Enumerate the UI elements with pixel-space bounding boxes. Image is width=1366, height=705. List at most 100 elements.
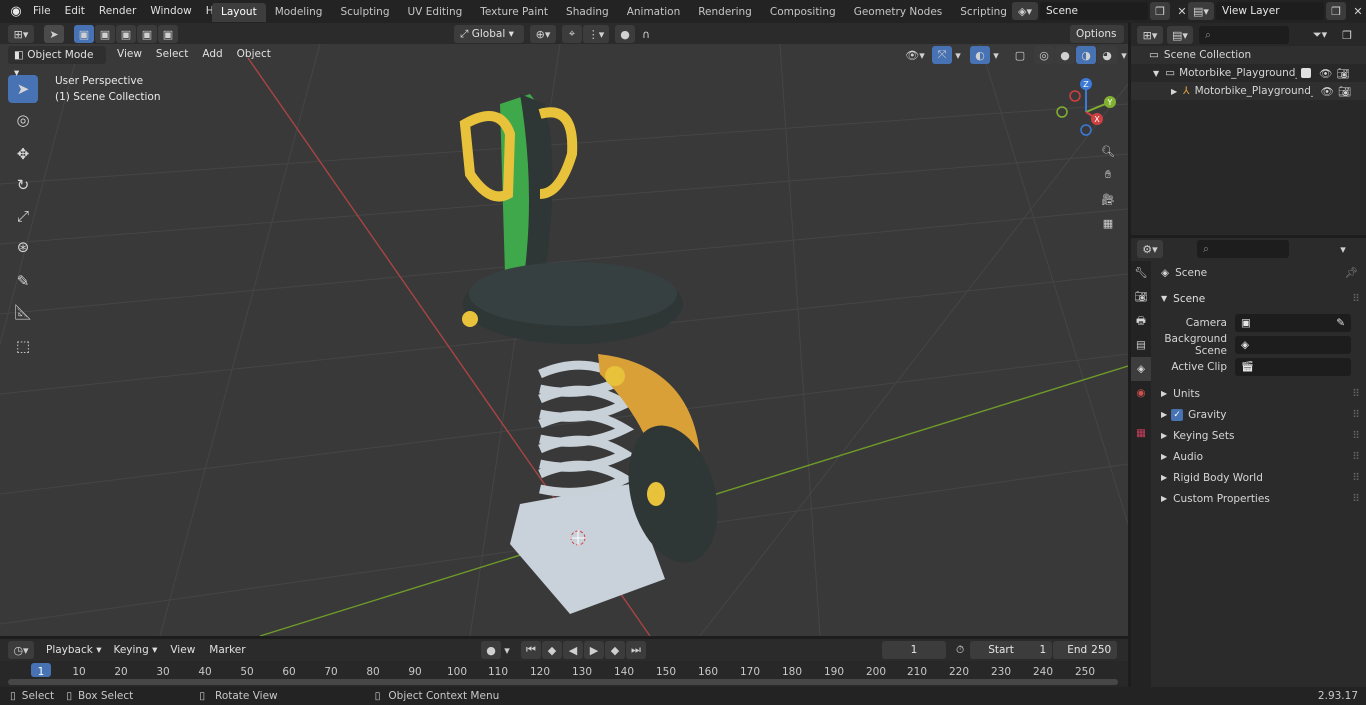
tab-compositing[interactable]: Compositing: [761, 3, 845, 22]
record-options-icon[interactable]: ▾: [501, 641, 513, 659]
gizmo-neg-y[interactable]: [1056, 106, 1068, 118]
menu-window[interactable]: Window: [143, 0, 198, 23]
navigation-gizmo[interactable]: Z Y X: [1050, 72, 1122, 142]
prev-keyframe-icon[interactable]: ◆: [542, 641, 562, 659]
timeline-marker-menu[interactable]: Marker: [202, 641, 252, 659]
play-reverse-icon[interactable]: ◀: [563, 641, 583, 659]
tab-uv-editing[interactable]: UV Editing: [399, 3, 472, 22]
pivot-point-icon[interactable]: ⊕▾: [530, 25, 556, 43]
menu-edit[interactable]: Edit: [58, 0, 92, 23]
proportional-edit-icon[interactable]: ●: [615, 25, 635, 43]
outliner-search-input[interactable]: ⌕: [1199, 26, 1289, 44]
gravity-checkbox[interactable]: ✓: [1171, 408, 1184, 421]
pin-icon[interactable]: 📌︎: [1345, 266, 1358, 279]
eyedropper-icon[interactable]: ✎: [1336, 314, 1345, 332]
pan-hand-icon[interactable]: ✋︎: [1098, 166, 1118, 184]
outliner-row-collection[interactable]: ▼ ▭ Motorbike_Playground_Spring 👁︎ 📷︎: [1131, 64, 1366, 82]
drag-handle-icon[interactable]: ⠿: [1352, 293, 1360, 305]
audio-drag-icon[interactable]: ⠿: [1352, 451, 1360, 463]
scene-icon[interactable]: ◈▾: [1012, 2, 1038, 20]
rotate-tool-icon[interactable]: ↻: [8, 171, 38, 199]
end-frame-field[interactable]: End 250: [1053, 641, 1118, 659]
select-tool-icon[interactable]: ➤: [44, 25, 64, 43]
scene-name-field[interactable]: Scene: [1040, 2, 1148, 20]
snap-icon[interactable]: ⌖: [562, 25, 582, 43]
spring-rider-model[interactable]: [459, 94, 732, 614]
measure-tool-icon[interactable]: 📐︎: [8, 298, 38, 326]
collapse-arrow-icon[interactable]: ▶: [1171, 87, 1177, 96]
gizmo-neg-x[interactable]: [1069, 90, 1081, 102]
outliner-row-scene-collection[interactable]: ▭ Scene Collection: [1131, 46, 1366, 64]
select-extend-icon[interactable]: ▣: [95, 25, 115, 43]
timeline-view-menu[interactable]: View: [163, 641, 202, 659]
next-keyframe-icon[interactable]: ◆: [605, 641, 625, 659]
audio-section[interactable]: ▶ Audio ⠿: [1151, 446, 1366, 467]
display-mode-icon[interactable]: ▤▾: [1167, 26, 1193, 44]
xray-icon[interactable]: ▢: [1010, 46, 1030, 64]
annotate-tool-icon[interactable]: ✎: [8, 267, 38, 295]
render-camera-icon[interactable]: 📷︎: [1336, 67, 1349, 80]
3d-viewport[interactable]: User Perspective (1) Scene Collection Z …: [0, 44, 1128, 636]
tool-tab-icon[interactable]: 🔧︎: [1131, 261, 1151, 285]
material-shading-icon[interactable]: ◑: [1076, 46, 1096, 64]
add-cube-tool-icon[interactable]: ⬚: [8, 332, 38, 360]
tab-animation[interactable]: Animation: [618, 3, 690, 22]
cursor-tool-icon[interactable]: ◎: [8, 106, 38, 134]
scale-tool-icon[interactable]: ⤢: [8, 202, 38, 230]
editor-type-icon[interactable]: ⊞▾: [8, 25, 34, 43]
tab-layout[interactable]: Layout: [212, 3, 266, 22]
jump-end-icon[interactable]: ⏭: [626, 641, 646, 659]
visibility-eye-icon[interactable]: 👁︎: [1319, 67, 1332, 80]
units-section[interactable]: ▶ Units ⠿: [1151, 383, 1366, 404]
camera-view-icon[interactable]: 🎥︎: [1098, 190, 1118, 208]
visibility-icon[interactable]: 👁▾: [902, 46, 928, 64]
select-new-icon[interactable]: ▣: [74, 25, 94, 43]
keying-menu[interactable]: Keying ▾: [107, 641, 163, 659]
record-icon[interactable]: ●: [481, 641, 501, 659]
gizmo-toggle-icon[interactable]: ⤧: [932, 46, 952, 64]
menu-object[interactable]: Object: [230, 44, 278, 65]
menu-file[interactable]: File: [26, 0, 58, 23]
world-tab-icon[interactable]: ◉: [1131, 381, 1151, 405]
view-layer-field[interactable]: View Layer: [1216, 2, 1324, 20]
properties-editor-icon[interactable]: ⚙▾: [1137, 240, 1163, 258]
outliner-editor-icon[interactable]: ⊞▾: [1137, 26, 1163, 44]
wireframe-shading-icon[interactable]: ◎: [1034, 46, 1054, 64]
tab-shading[interactable]: Shading: [557, 3, 618, 22]
transform-tool-icon[interactable]: ⊛: [8, 233, 38, 261]
menu-view[interactable]: View: [110, 44, 149, 65]
keying-sets-drag-icon[interactable]: ⠿: [1352, 430, 1360, 442]
view-layer-tab-icon[interactable]: ▤: [1131, 333, 1151, 357]
select-intersect-icon[interactable]: ▣: [158, 25, 178, 43]
rigid-body-drag-icon[interactable]: ⠿: [1352, 472, 1360, 484]
new-scene-icon[interactable]: ❐: [1150, 2, 1170, 20]
menu-add[interactable]: Add: [195, 44, 229, 65]
playback-menu[interactable]: Playback ▾: [40, 641, 107, 659]
view-layer-icon[interactable]: ▤▾: [1188, 2, 1214, 20]
overlay-dropdown-icon[interactable]: ▾: [990, 46, 1002, 64]
expand-arrow-icon[interactable]: ▼: [1153, 69, 1159, 78]
background-scene-field[interactable]: ◈: [1235, 335, 1351, 354]
select-invert-icon[interactable]: ▣: [137, 25, 157, 43]
snap-target-icon[interactable]: ⋮▾: [583, 25, 609, 43]
rigid-body-world-section[interactable]: ▶ Rigid Body World ⠿: [1151, 467, 1366, 488]
start-frame-field[interactable]: Start 1: [970, 641, 1053, 659]
stopwatch-icon[interactable]: ⏱: [956, 644, 964, 657]
tab-scripting[interactable]: Scripting: [951, 3, 1016, 22]
select-box-tool-icon[interactable]: ➤: [8, 75, 38, 103]
menu-select[interactable]: Select: [149, 44, 195, 65]
custom-properties-section[interactable]: ▶ Custom Properties ⠿: [1151, 488, 1366, 509]
transform-orientation-dropdown[interactable]: ⤢ Global ▾: [454, 25, 524, 43]
mode-dropdown[interactable]: ◧ Object Mode ▾: [8, 45, 106, 79]
tab-geometry-nodes[interactable]: Geometry Nodes: [845, 3, 952, 22]
falloff-icon[interactable]: ∩: [636, 25, 656, 43]
shading-dropdown-icon[interactable]: ▾: [1117, 46, 1131, 64]
scene-panel-header[interactable]: ▼ Scene ⠿: [1151, 288, 1366, 309]
scene-tab-icon[interactable]: ◈: [1131, 357, 1151, 381]
gravity-section[interactable]: ▶ ✓ Gravity ⠿: [1151, 404, 1366, 425]
object-render-camera-icon[interactable]: 📷︎: [1338, 85, 1351, 98]
tab-sculpting[interactable]: Sculpting: [331, 3, 398, 22]
render-tab-icon[interactable]: 📷︎: [1131, 285, 1151, 309]
tab-texture-paint[interactable]: Texture Paint: [471, 3, 557, 22]
exclude-checkbox[interactable]: [1301, 68, 1312, 78]
